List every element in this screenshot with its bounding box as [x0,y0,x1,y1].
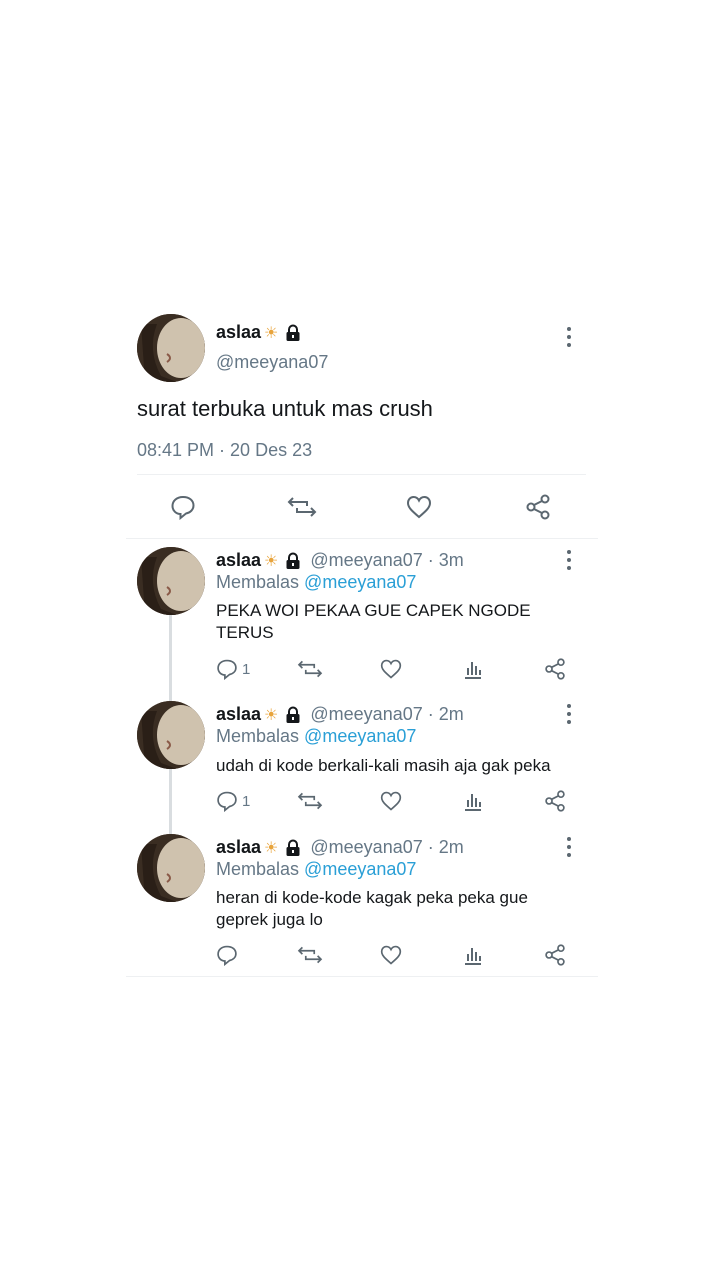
replying-to-label: Membalas [216,572,300,592]
avatar[interactable] [137,701,205,769]
author-name[interactable]: aslaa [216,322,261,343]
avatar-image [137,547,205,615]
like-icon[interactable] [380,944,402,966]
author-handle[interactable]: @meeyana07 · 2m [310,704,463,725]
divider [126,976,598,977]
lock-icon [284,552,302,570]
reply-icon[interactable] [216,944,242,966]
replying-to: Membalas @meeyana07 [216,859,416,880]
tweet-text: PEKA WOI PEKAA GUE CAPEK NGODE TERUS [216,601,531,642]
like-icon[interactable] [380,658,402,680]
avatar[interactable] [137,547,205,615]
replying-to-label: Membalas [216,726,300,746]
author-name-row: aslaa ☀ @meeyana07 · 2m [216,837,464,858]
more-options-icon[interactable] [559,702,579,726]
mention-link[interactable]: @meeyana07 [304,572,416,592]
sun-icon: ☀ [264,706,279,724]
author-handle[interactable]: @meeyana07 · 3m [310,550,463,571]
avatar-image [137,834,205,902]
analytics-icon[interactable] [462,944,484,966]
lock-icon [284,706,302,724]
share-icon[interactable] [525,494,551,520]
mention-link[interactable]: @meeyana07 [304,859,416,879]
author-name[interactable]: aslaa [216,837,261,858]
tweet-text: udah di kode berkali-kali masih aja gak … [216,756,551,775]
tweet-text: surat terbuka untuk mas crush [137,396,433,421]
author-name[interactable]: aslaa [216,704,261,725]
more-options-icon[interactable] [559,325,579,349]
like-icon[interactable] [406,494,432,520]
reply-count: 1 [242,660,251,678]
replying-to: Membalas @meeyana07 [216,572,416,593]
author-name[interactable]: aslaa [216,550,261,571]
author-name-row: aslaa ☀ @meeyana07 · 3m [216,550,464,571]
analytics-icon[interactable] [462,658,484,680]
reply-icon[interactable] [170,494,196,520]
reply-icon[interactable]: 1 [216,790,250,812]
tweet-timestamp: 08:41 PM · 20 Des 23 [137,440,313,460]
reply-icon[interactable]: 1 [216,658,250,680]
replying-to: Membalas @meeyana07 [216,726,416,747]
retweet-icon[interactable] [287,494,317,520]
retweet-icon[interactable] [297,790,323,812]
share-icon[interactable] [544,658,566,680]
sun-icon: ☀ [264,324,279,342]
avatar[interactable] [137,314,205,382]
retweet-icon[interactable] [297,658,323,680]
avatar[interactable] [137,834,205,902]
replying-to-label: Membalas [216,859,300,879]
retweet-icon[interactable] [297,944,323,966]
lock-icon [284,324,302,342]
reply-count: 1 [242,792,251,810]
author-name-row: aslaa ☀ @meeyana07 · 2m [216,704,464,725]
divider [137,474,586,475]
author-name-row: aslaa ☀ [216,322,302,343]
tweet-text: heran di kode-kode kagak peka peka gue g… [216,888,528,929]
share-icon[interactable] [544,790,566,812]
more-options-icon[interactable] [559,835,579,859]
sun-icon: ☀ [264,839,279,857]
like-icon[interactable] [380,790,402,812]
analytics-icon[interactable] [462,790,484,812]
divider [126,538,598,539]
mention-link[interactable]: @meeyana07 [304,726,416,746]
avatar-image [137,314,205,382]
lock-icon [284,839,302,857]
more-options-icon[interactable] [559,548,579,572]
sun-icon: ☀ [264,552,279,570]
avatar-image [137,701,205,769]
author-handle[interactable]: @meeyana07 · 2m [310,837,463,858]
author-handle[interactable]: @meeyana07 [216,352,328,373]
share-icon[interactable] [544,944,566,966]
